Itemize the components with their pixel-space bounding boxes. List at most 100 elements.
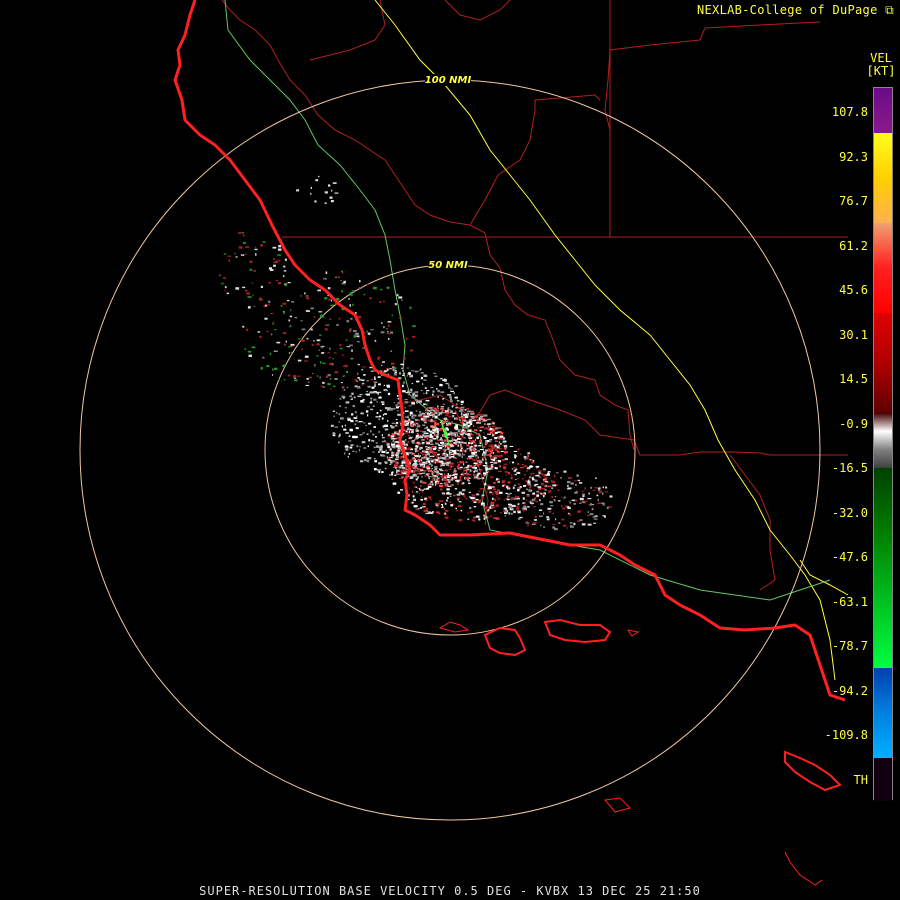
echo-pixel xyxy=(429,458,433,460)
echo-pixel xyxy=(450,445,455,447)
echo-pixel xyxy=(508,512,511,515)
echo-pixel xyxy=(453,470,457,472)
echo-pixel xyxy=(422,491,424,493)
echo-pixel xyxy=(434,442,439,445)
echo-pixel xyxy=(547,490,552,493)
echo-pixel xyxy=(469,507,472,509)
echo-pixel xyxy=(529,465,532,468)
echo-pixel xyxy=(461,429,465,432)
echo-pixel xyxy=(490,515,492,518)
echo-pixel xyxy=(577,510,581,513)
echo-pixel xyxy=(507,493,510,496)
echo-pixel xyxy=(478,490,481,492)
echo-pixel xyxy=(362,398,365,401)
echo-pixel xyxy=(361,441,366,444)
echo-pixel xyxy=(425,409,427,411)
echo-pixel xyxy=(477,478,480,480)
echo-pixel xyxy=(428,413,430,416)
echo-pixel xyxy=(274,268,276,270)
echo-pixel xyxy=(397,413,401,416)
echo-pixel xyxy=(602,486,604,489)
echo-pixel xyxy=(518,518,521,520)
echo-pixel xyxy=(418,470,423,473)
echo-pixel xyxy=(431,464,433,467)
echo-pixel xyxy=(290,351,293,353)
echo-pixel xyxy=(228,259,230,262)
echo-pixel xyxy=(284,258,287,261)
echo-pixel xyxy=(423,432,427,434)
echo-pixel xyxy=(294,377,297,379)
echo-pixel xyxy=(456,403,458,405)
echo-pixel xyxy=(381,403,385,405)
echo-pixel xyxy=(423,509,426,512)
echo-pixel xyxy=(476,419,479,421)
echo-pixel xyxy=(306,337,309,340)
echo-pixel xyxy=(283,343,286,346)
echo-pixel xyxy=(374,391,377,393)
echo-pixel xyxy=(374,383,376,386)
echo-pixel xyxy=(449,395,452,399)
echo-pixel xyxy=(407,373,411,375)
echo-pixel xyxy=(405,432,409,434)
echo-pixel xyxy=(380,449,382,453)
echo-pixel xyxy=(427,407,431,409)
echo-pixel xyxy=(349,328,352,330)
echo-pixel xyxy=(574,491,578,494)
echo-pixel xyxy=(544,475,546,477)
echo-pixel xyxy=(383,413,387,415)
echo-pixel xyxy=(589,503,592,506)
echo-pixel xyxy=(422,472,426,474)
echo-pixel xyxy=(477,472,481,475)
echo-pixel xyxy=(467,433,470,436)
echo-pixel xyxy=(431,469,432,472)
echo-pixel xyxy=(426,487,430,490)
echo-pixel xyxy=(479,442,481,445)
echo-pixel xyxy=(449,462,454,465)
echo-pixel xyxy=(577,479,581,482)
highway-yellow-2 xyxy=(799,559,849,596)
echo-pixel xyxy=(332,358,334,360)
echo-pixel xyxy=(447,447,450,451)
echo-pixel xyxy=(352,450,355,452)
highway-yellow xyxy=(374,0,836,681)
echo-pixel xyxy=(414,462,418,464)
echo-pixel xyxy=(312,373,314,374)
echo-pixel xyxy=(257,331,261,333)
echo-pixel xyxy=(447,406,450,409)
echo-pixel xyxy=(419,462,423,464)
credit-link-icon[interactable]: ⧉ xyxy=(885,3,894,17)
echo-pixel xyxy=(460,403,463,406)
echo-pixel xyxy=(343,396,345,399)
echo-pixel xyxy=(274,260,278,264)
echo-pixel xyxy=(439,383,443,387)
echo-pixel xyxy=(489,439,493,441)
echo-pixel xyxy=(549,501,553,504)
echo-pixel xyxy=(530,502,535,504)
echo-pixel xyxy=(345,448,349,451)
echo-pixel xyxy=(597,487,601,490)
echo-pixel xyxy=(475,515,480,518)
echo-pixel xyxy=(494,461,497,463)
echo-pixel xyxy=(448,415,452,418)
echo-pixel xyxy=(368,422,372,425)
echo-pixel xyxy=(423,392,425,395)
echo-pixel xyxy=(418,493,421,495)
echo-pixel xyxy=(469,436,471,439)
echo-pixel xyxy=(386,420,389,422)
echo-pixel xyxy=(382,437,385,439)
colorbar-tick-label: 14.5 xyxy=(839,372,868,386)
echo-pixel xyxy=(360,412,364,415)
echo-pixel xyxy=(573,522,575,525)
echo-pixel xyxy=(505,498,509,500)
echo-pixel xyxy=(373,286,377,290)
echo-pixel xyxy=(374,385,376,387)
echo-pixel xyxy=(471,410,473,413)
echo-pixel xyxy=(475,454,478,457)
echo-pixel xyxy=(437,457,440,459)
echo-pixel xyxy=(538,471,541,475)
echo-pixel xyxy=(444,502,447,505)
echo-pixel xyxy=(496,478,499,481)
echo-pixel xyxy=(308,376,312,379)
echo-pixel xyxy=(539,476,542,479)
echo-pixel xyxy=(515,495,517,498)
